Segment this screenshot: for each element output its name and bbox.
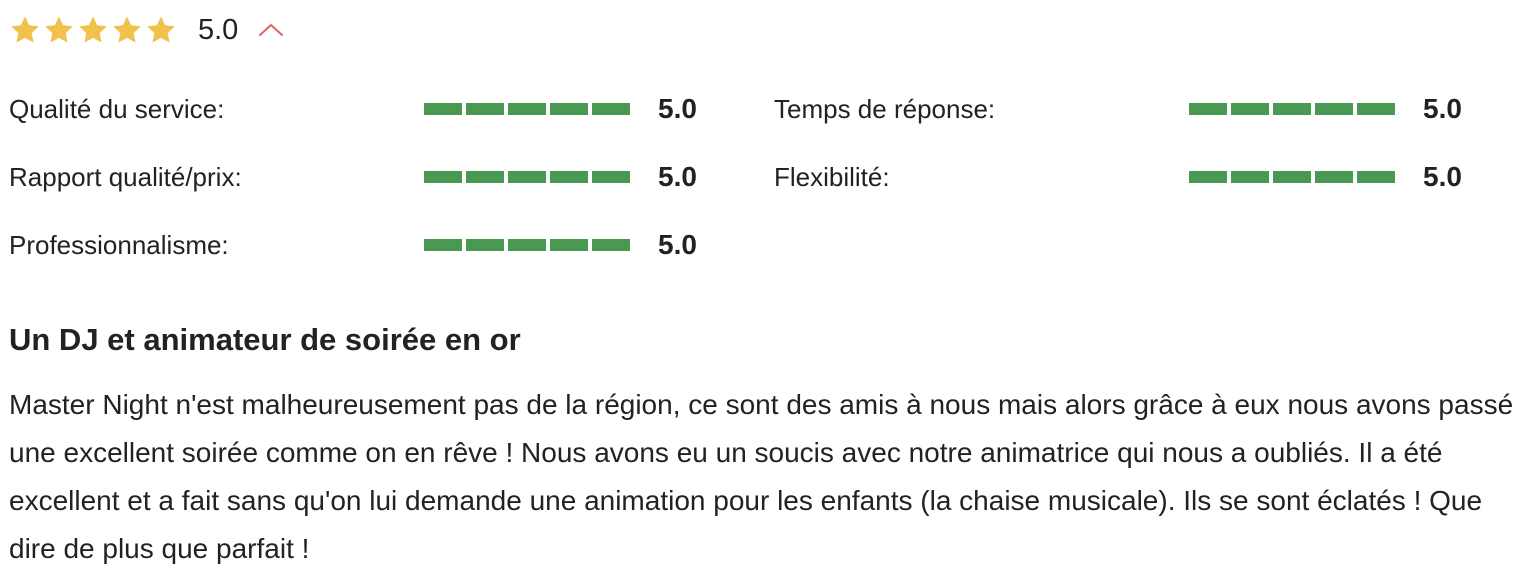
rating-label: Professionnalisme: [9,229,229,260]
star-icon [45,16,73,43]
rating-bar-segment [550,103,588,115]
rating-bar-segment [466,103,504,115]
review-body: Master Night n'est malheureusement pas d… [9,389,1514,564]
rating-bar [424,171,630,183]
rating-bar-segment [592,171,630,183]
overall-rating: 5.0 [9,10,285,50]
rating-bar-segment [1189,103,1227,115]
rating-row-value-for-money: Rapport qualité/prix: 5.0 [9,152,697,202]
rating-row-service-quality: Qualité du service: 5.0 [9,84,697,134]
rating-bar-segment [1231,171,1269,183]
rating-value: 5.0 [658,93,697,124]
rating-label: Temps de réponse: [774,93,996,124]
rating-bar-segment [1273,171,1311,183]
overall-score: 5.0 [198,13,239,46]
rating-row-professionalism: Professionnalisme: 5.0 [9,220,697,270]
rating-bar-segment [1273,103,1311,115]
rating-bar-segment [424,103,462,115]
rating-bar-segment [592,239,630,251]
rating-bar-segment [592,103,630,115]
rating-bar-segment [1357,171,1395,183]
rating-bar-segment [1315,103,1353,115]
rating-label: Flexibilité: [774,161,890,192]
rating-bar [424,239,630,251]
rating-label: Qualité du service: [9,93,225,124]
chevron-up-icon[interactable] [257,20,285,40]
rating-bar-segment [1231,103,1269,115]
star-icon [147,16,175,43]
rating-bar-segment [466,171,504,183]
rating-value: 5.0 [658,161,697,192]
rating-bar [424,103,630,115]
review-title: Un DJ et animateur de soirée en or [9,322,521,357]
rating-bar-segment [466,239,504,251]
rating-label: Rapport qualité/prix: [9,161,242,192]
rating-bar-segment [1189,171,1227,183]
star-icon [113,16,141,43]
star-icon [11,16,39,43]
rating-row-response-time: Temps de réponse: 5.0 [774,84,1462,134]
rating-bar-segment [1357,103,1395,115]
rating-breakdown: Qualité du service: 5.0 Temps de réponse… [9,84,1509,284]
rating-value: 5.0 [1423,161,1462,192]
rating-bar [1189,171,1395,183]
rating-row-flexibility: Flexibilité: 5.0 [774,152,1462,202]
rating-bar-segment [508,171,546,183]
star-rating [9,14,177,46]
rating-bar-segment [424,239,462,251]
rating-bar-segment [1315,171,1353,183]
rating-bar-segment [550,171,588,183]
rating-bar-segment [550,239,588,251]
star-icon [79,16,107,43]
rating-bar-segment [508,239,546,251]
rating-bar [1189,103,1395,115]
rating-value: 5.0 [658,229,697,260]
rating-bar-segment [508,103,546,115]
rating-bar-segment [424,171,462,183]
rating-value: 5.0 [1423,93,1462,124]
